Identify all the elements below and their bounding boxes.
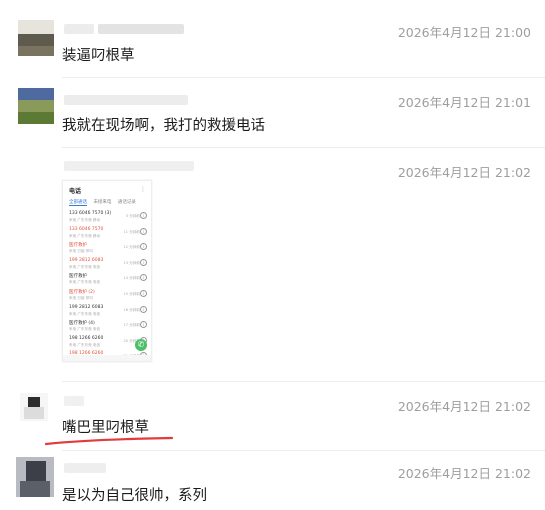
avatar[interactable]: [20, 393, 48, 421]
call-location: 来电 广东东莞 电信: [69, 280, 101, 285]
call-time-ago: 13 分钟前: [123, 260, 141, 265]
info-icon: i: [140, 305, 147, 313]
avatar[interactable]: [18, 88, 54, 124]
phone-dock: [63, 355, 151, 361]
call-time-ago: 16 分钟前: [123, 307, 141, 312]
comment-time: 2026年4月12日 21:01: [397, 95, 531, 110]
avatar[interactable]: [16, 457, 54, 497]
comment-time: 2026年4月12日 21:02: [397, 399, 531, 414]
call-number: 133 6046 7570: [69, 226, 104, 232]
divider: [62, 77, 545, 78]
call-time-ago: 5 分钟前: [125, 214, 140, 218]
divider: [62, 381, 545, 382]
call-time-ago: 17 分钟前: [123, 323, 141, 328]
info-icon: i: [140, 274, 147, 282]
call-location: 来电 已接 呼叫: [69, 296, 93, 300]
info-icon: i: [140, 321, 147, 329]
comment-text: 是以为自己很帅，系列: [62, 488, 207, 504]
nickname-blurred[interactable]: [64, 396, 84, 406]
dialpad-icon: ✆: [135, 339, 147, 351]
call-time-ago: 11 分钟前: [123, 229, 141, 234]
call-location: 来电 广东东莞 电信: [69, 342, 101, 347]
nickname-blurred[interactable]: [64, 161, 194, 171]
call-number: 医疗救护: [69, 274, 87, 280]
call-time-ago: 15 分钟前: [123, 292, 141, 296]
phone-app-title: 电话: [69, 188, 82, 195]
call-number: 133 6046 7570 (3): [69, 211, 112, 216]
info-icon: i: [140, 227, 147, 235]
nickname-blurred[interactable]: [64, 463, 106, 473]
call-location: 来电 广东东莞 电信: [69, 264, 101, 269]
info-icon: i: [140, 243, 147, 251]
info-icon: i: [140, 290, 147, 297]
nickname-blurred[interactable]: [64, 95, 188, 105]
info-icon: i: [140, 212, 147, 219]
call-time-ago: 12 分钟前: [123, 245, 141, 250]
comment-text: 装逼叼根草: [62, 48, 135, 64]
phone-tab: 未接来电: [93, 200, 112, 205]
more-icon: ⋮: [140, 186, 146, 193]
call-number: 199 2812 6083: [69, 257, 104, 263]
phone-tab: 全部通话: [69, 200, 87, 206]
phone-tabs: 全部通话 未接来电 通话记录: [69, 199, 147, 206]
info-icon: i: [140, 258, 147, 266]
call-location: 来电 广东东莞 电信: [69, 311, 101, 316]
call-number: 199 2812 6083: [69, 304, 104, 310]
nickname-blurred[interactable]: [64, 24, 184, 34]
phone-tab: 通话记录: [117, 200, 136, 205]
divider: [62, 147, 545, 148]
call-number: 医疗救护 (4): [69, 321, 95, 327]
avatar[interactable]: [18, 20, 54, 56]
call-location: 来电 广东东莞 移动: [69, 218, 101, 222]
call-time-ago: 14 分钟前: [123, 276, 141, 281]
call-location: 来电 已接 呼叫: [69, 249, 93, 254]
call-number: 医疗救护: [69, 243, 87, 249]
call-number: 198 1266 6260: [69, 335, 104, 341]
divider: [62, 450, 545, 451]
red-underline-annotation: [44, 436, 174, 446]
comment-text: 我就在现场啊，我打的救援电话: [62, 118, 265, 134]
call-location: 来电 广东东莞 移动: [69, 233, 101, 238]
comment-time: 2026年4月12日 21:02: [397, 466, 531, 481]
call-location: 来电 广东东莞 电信: [69, 327, 101, 332]
call-number: 医疗救护 (2): [69, 290, 95, 295]
comment-image[interactable]: 电话 ⋮ 全部通话 未接来电 通话记录 133 6046 7570 (3) 来电 …: [62, 180, 152, 362]
comment-time: 2026年4月12日 21:00: [397, 25, 531, 40]
comment-time: 2026年4月12日 21:02: [397, 165, 531, 180]
